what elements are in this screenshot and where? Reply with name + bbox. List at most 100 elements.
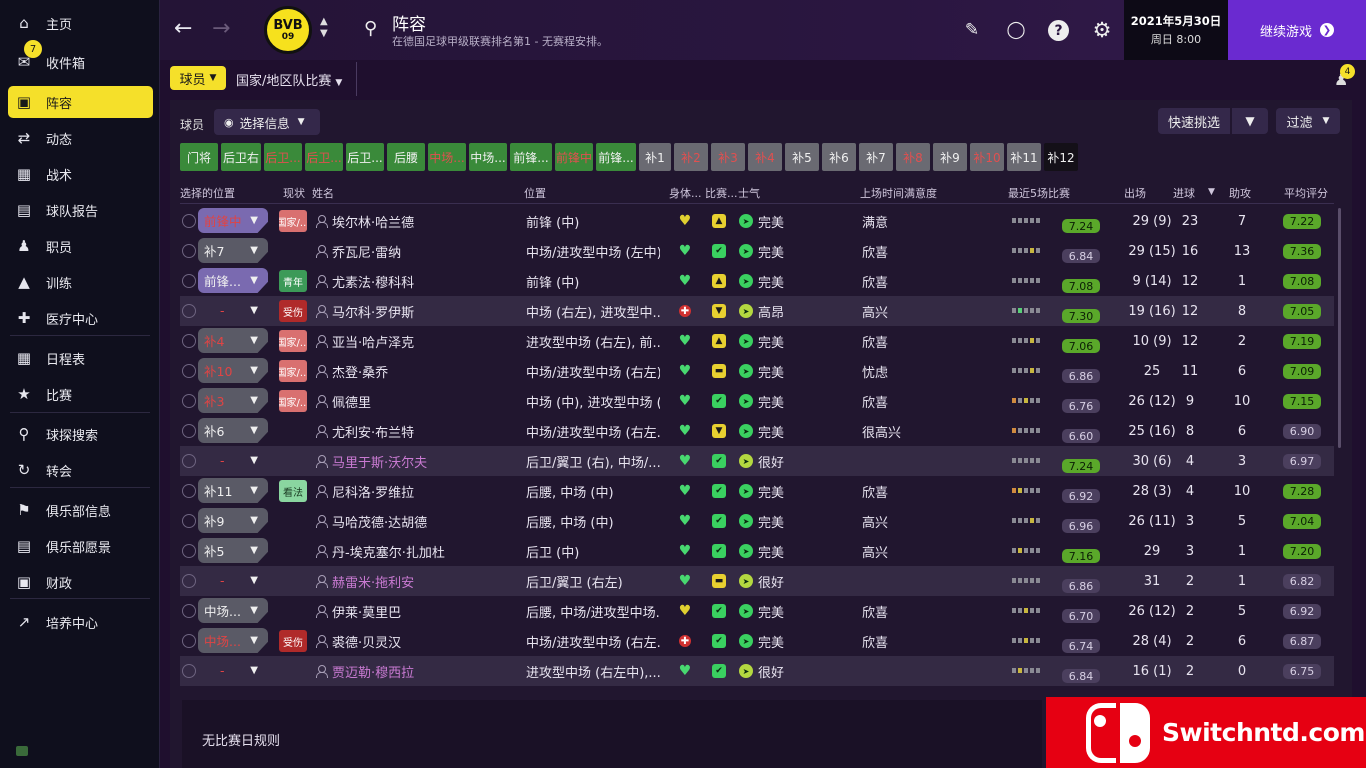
- quick-pick-chevron-icon[interactable]: ▼: [1232, 108, 1268, 134]
- col-selected-position[interactable]: 选择的位置: [180, 185, 235, 201]
- col-apps[interactable]: 出场: [1124, 185, 1146, 201]
- selected-position-dropdown[interactable]: 补9 ▼: [198, 508, 268, 533]
- position-chip[interactable]: 补4: [748, 143, 782, 171]
- sidebar-item-11[interactable]: ⚲ 球探搜索: [8, 418, 153, 450]
- sidebar-item-2[interactable]: ▣ 阵容: [8, 86, 153, 118]
- position-chip[interactable]: 后卫...: [264, 143, 302, 171]
- sidebar-item-15[interactable]: ▣ 财政: [8, 566, 153, 598]
- row-checkbox[interactable]: [182, 484, 196, 498]
- world-icon[interactable]: ◯: [1004, 18, 1028, 42]
- player-name[interactable]: 丹-埃克塞尔·扎加杜: [332, 536, 518, 566]
- position-chip[interactable]: 补1: [639, 143, 671, 171]
- col-morale[interactable]: 士气: [738, 185, 760, 201]
- sidebar-item-3[interactable]: ⇄ 动态: [8, 122, 153, 154]
- table-row[interactable]: - ▼ 赫雷米·拖利安 后卫/翼卫 (右左) ♥ ▬ ➤ 很好 6.86 31 2 1 6.82: [180, 566, 1334, 596]
- position-chip[interactable]: 补11: [1007, 143, 1041, 171]
- selected-position-dropdown[interactable]: - ▼: [198, 568, 268, 593]
- table-row[interactable]: 前锋中▼国家/...埃尔林·哈兰德前锋 (中)♥▲➤完美满意7.2429 (9)…: [180, 206, 1334, 236]
- row-checkbox[interactable]: [182, 634, 196, 648]
- table-row[interactable]: 补10▼国家/...杰登·桑乔中场/进攻型中场 (右左)♥▬➤完美忧虑6.862…: [180, 356, 1334, 386]
- row-checkbox[interactable]: [182, 244, 196, 258]
- player-name[interactable]: 马尔科·罗伊斯: [332, 296, 518, 326]
- row-checkbox[interactable]: [182, 304, 196, 318]
- position-chip[interactable]: 补2: [674, 143, 708, 171]
- select-info-dropdown[interactable]: ◉ 选择信息 ▼: [214, 109, 320, 135]
- selected-position-dropdown[interactable]: 前锋... ▼: [198, 268, 268, 293]
- sidebar-item-4[interactable]: ▦ 战术: [8, 158, 153, 190]
- player-name[interactable]: 尼科洛·罗维拉: [332, 476, 518, 506]
- player-name[interactable]: 贾迈勒·穆西拉: [332, 656, 518, 686]
- back-arrow-icon[interactable]: ←: [174, 16, 192, 41]
- table-row[interactable]: - ▼ 受伤 马尔科·罗伊斯 中场 (右左), 进攻型中... ✚ ▼ ➤ 高昂 高兴 7.30 19…: [180, 296, 1334, 326]
- filter-dropdown[interactable]: 过滤 ▼: [1276, 108, 1340, 134]
- table-row[interactable]: - ▼ 马里于斯·沃尔夫 后卫/翼卫 (右), 中场/... ♥ ✔ ➤ 很好 7.24 30 (…: [180, 446, 1334, 476]
- row-checkbox[interactable]: [182, 574, 196, 588]
- selected-position-dropdown[interactable]: - ▼: [198, 658, 268, 683]
- player-name[interactable]: 乔瓦尼·雷纳: [332, 236, 518, 266]
- row-checkbox[interactable]: [182, 274, 196, 288]
- table-row[interactable]: 补9 ▼ 马哈茂德·达胡德 后腰, 中场 (中) ♥ ✔ ➤ 完美 高兴 6.96 26 (11) 3…: [180, 506, 1334, 536]
- position-chip[interactable]: 后腰: [387, 143, 425, 171]
- selected-position-dropdown[interactable]: - ▼: [198, 448, 268, 473]
- player-name[interactable]: 埃尔林·哈兰德: [332, 206, 518, 236]
- position-chip[interactable]: 补9: [933, 143, 967, 171]
- position-chip[interactable]: 后卫右: [221, 143, 261, 171]
- col-name[interactable]: 姓名: [312, 185, 334, 201]
- row-checkbox[interactable]: [182, 514, 196, 528]
- help-icon[interactable]: ?: [1048, 20, 1069, 41]
- player-name[interactable]: 伊莱·莫里巴: [332, 596, 518, 626]
- position-chip[interactable]: 补6: [822, 143, 856, 171]
- selected-position-dropdown[interactable]: 补3 ▼: [198, 388, 268, 413]
- row-checkbox[interactable]: [182, 424, 196, 438]
- quick-pick-button[interactable]: 快速挑选: [1158, 108, 1230, 134]
- col-avg-rating[interactable]: 平均评分: [1284, 185, 1328, 201]
- position-chip[interactable]: 中场...: [428, 143, 466, 171]
- player-name[interactable]: 尤素法·穆科科: [332, 266, 518, 296]
- selected-position-dropdown[interactable]: 补7 ▼: [198, 238, 268, 263]
- position-chip[interactable]: 中场...: [469, 143, 507, 171]
- continue-button[interactable]: 继续游戏 ❯: [1228, 0, 1366, 60]
- player-name[interactable]: 亚当·哈卢泽克: [332, 326, 518, 356]
- table-row[interactable]: 前锋... ▼ 青年 尤素法·穆科科 前锋 (中) ♥ ▲ ➤ 完美 欣喜 7.08 9 (14) 12…: [180, 266, 1334, 296]
- row-checkbox[interactable]: [182, 334, 196, 348]
- table-row[interactable]: 补3 ▼ 国家/... 佩德里中场 (中), 进攻型中场 (... ♥ ✔ ➤ 完美 欣喜 6.7…: [180, 386, 1334, 416]
- table-row[interactable]: 补6 ▼ 尤利安·布兰特 中场/进攻型中场 (右左... ♥ ▼ ➤ 完美 很高兴 6.60 25 …: [180, 416, 1334, 446]
- selected-position-dropdown[interactable]: 中场... ▼: [198, 598, 268, 623]
- table-row[interactable]: 补11 ▼ 看法 尼科洛·罗维拉 后腰, 中场 (中) ♥ ✔ ➤ 完美 欣喜 6.92 28 (3)…: [180, 476, 1334, 506]
- subnav-national-dropdown[interactable]: 国家/地区队比赛 ▼: [236, 70, 342, 89]
- search-icon[interactable]: ⚲: [364, 18, 377, 39]
- position-chip[interactable]: 后卫...: [305, 143, 343, 171]
- sidebar-item-10[interactable]: ★ 比赛: [8, 378, 153, 410]
- player-name[interactable]: 马哈茂德·达胡德: [332, 506, 518, 536]
- position-chip[interactable]: 门将: [180, 143, 218, 171]
- position-chip[interactable]: 补5: [785, 143, 819, 171]
- row-checkbox[interactable]: [182, 364, 196, 378]
- table-row[interactable]: - ▼ 贾迈勒·穆西拉 进攻型中场 (右左中),... ♥ ✔ ➤ 很好 6.84 16 (1) 2…: [180, 656, 1334, 686]
- sidebar-item-6[interactable]: ♟ 职员: [8, 230, 153, 262]
- table-row[interactable]: 补4 ▼ 国家/... 亚当·哈卢泽克进攻型中场 (右左), 前... ♥ ▲ ➤ 完美 欣喜 7…: [180, 326, 1334, 356]
- row-checkbox[interactable]: [182, 604, 196, 618]
- sidebar-item-12[interactable]: ↻ 转会: [8, 454, 153, 486]
- sidebar-item-0[interactable]: ⌂ 主页: [8, 7, 153, 39]
- subnav-players-dropdown[interactable]: 球员 ▼: [170, 66, 226, 90]
- player-name[interactable]: 赫雷米·拖利安: [332, 566, 518, 596]
- position-chip[interactable]: 补12: [1044, 143, 1078, 171]
- player-name[interactable]: 杰登·桑乔: [332, 356, 518, 386]
- sidebar-item-5[interactable]: ▤ 球队报告: [8, 194, 153, 226]
- position-chip[interactable]: 前锋中: [555, 143, 593, 171]
- player-name[interactable]: 裘德·贝灵汉: [332, 626, 518, 656]
- table-row[interactable]: 补5 ▼ 丹-埃克塞尔·扎加杜 后卫 (中) ♥ ✔ ➤ 完美 高兴 7.16 29 3 1 7.20: [180, 536, 1334, 566]
- sidebar-item-13[interactable]: ⚑ 俱乐部信息: [8, 494, 153, 526]
- col-status[interactable]: 现状: [283, 185, 305, 201]
- row-checkbox[interactable]: [182, 544, 196, 558]
- row-checkbox[interactable]: [182, 454, 196, 468]
- col-goals[interactable]: 进球: [1173, 185, 1195, 201]
- position-chip[interactable]: 补3: [711, 143, 745, 171]
- row-checkbox[interactable]: [182, 214, 196, 228]
- selected-position-dropdown[interactable]: 补6 ▼: [198, 418, 268, 443]
- selected-position-dropdown[interactable]: 补5 ▼: [198, 538, 268, 563]
- selected-position-dropdown[interactable]: 中场... ▼: [198, 628, 268, 653]
- col-assists[interactable]: 助攻: [1229, 185, 1251, 201]
- table-row[interactable]: 中场... ▼ 受伤 裘德·贝灵汉 中场/进攻型中场 (右左... ✚ ✔ ➤ 完美 欣喜 6.74…: [180, 626, 1334, 656]
- sidebar-item-14[interactable]: ▤ 俱乐部愿景: [8, 530, 153, 562]
